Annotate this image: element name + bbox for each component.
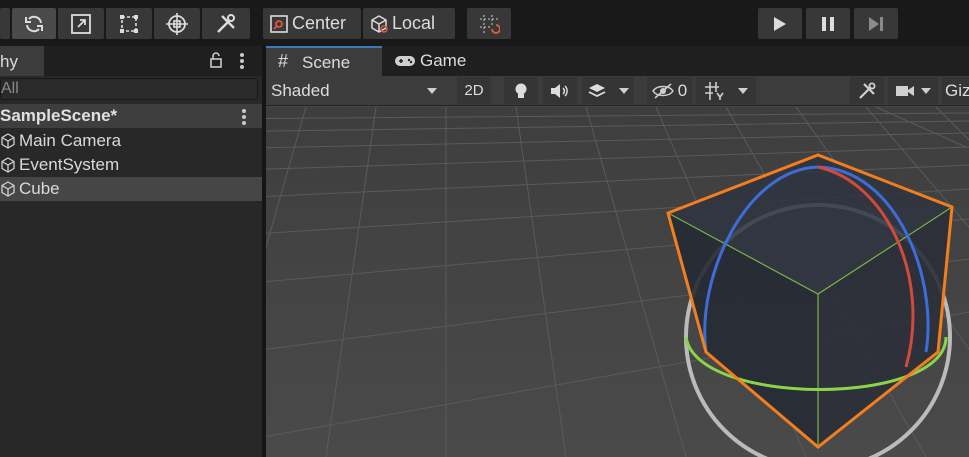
scene-toolbar: Shaded 2D 0 Giz <box>266 76 969 106</box>
scene-tabbar: # Scene Game <box>266 46 969 76</box>
gameobject-cube-icon <box>1 181 15 197</box>
scale-icon <box>71 13 91 34</box>
hierarchy-tab[interactable]: hy <box>0 46 44 76</box>
rotate-icon <box>25 15 43 32</box>
gameobject-cube-icon <box>1 157 15 173</box>
scene-render <box>266 107 969 457</box>
grid-hash-icon: # <box>278 51 289 71</box>
toggle-2d-button[interactable]: 2D <box>457 77 491 104</box>
effects-dropdown[interactable] <box>582 77 634 104</box>
step-icon <box>869 16 883 31</box>
scene-panel: # Scene Game Shaded 2D 0 Giz <box>266 46 969 457</box>
hierarchy-item-label: Cube <box>19 179 60 198</box>
pivot-space-button[interactable]: Local <box>363 8 455 39</box>
hand-tool-button[interactable] <box>0 8 10 39</box>
play-icon <box>774 16 786 31</box>
tab-scene[interactable]: # Scene <box>266 46 382 76</box>
video-camera-icon <box>896 85 914 96</box>
hierarchy-item-event-system[interactable]: EventSystem <box>0 153 262 177</box>
hierarchy-item-label: Main Camera <box>19 131 122 150</box>
search-placeholder: All <box>1 80 19 97</box>
speaker-icon <box>551 83 568 98</box>
shading-mode-dropdown[interactable]: Shaded <box>266 78 444 103</box>
hidden-count: 0 <box>677 80 688 100</box>
chevron-down-icon <box>921 87 931 94</box>
step-button[interactable] <box>854 8 898 39</box>
hierarchy-tab-label: hy <box>0 52 18 71</box>
eye-slash-icon <box>651 82 674 99</box>
hierarchy-item-main-camera[interactable]: Main Camera <box>0 129 262 153</box>
chevron-down-icon <box>427 88 437 94</box>
pivot-mode-button[interactable]: Center <box>263 8 361 39</box>
local-space-icon <box>371 14 388 33</box>
grid-toggle-dropdown[interactable] <box>696 77 756 104</box>
hierarchy-search-input[interactable]: All <box>0 78 258 100</box>
transform-icon <box>166 12 188 35</box>
hierarchy-panel: hy All SampleScene* Main Camera EventSys… <box>0 46 262 457</box>
rect-transform-icon <box>120 14 138 33</box>
play-button[interactable] <box>758 8 802 39</box>
custom-tools-button[interactable] <box>202 8 250 39</box>
hierarchy-tabbar: hy <box>0 46 262 76</box>
pause-button[interactable] <box>806 8 850 39</box>
grid-snap-icon <box>480 14 500 34</box>
lightbulb-icon <box>515 83 527 98</box>
grid-y-icon <box>705 81 724 100</box>
chevron-down-icon <box>619 87 629 94</box>
rotate-tool-button[interactable] <box>12 8 56 39</box>
gizmos-label: Giz <box>945 80 969 100</box>
hierarchy-item-label: EventSystem <box>19 155 120 174</box>
tools-icon <box>859 82 876 99</box>
lock-icon[interactable] <box>209 52 223 68</box>
pause-icon <box>822 16 834 31</box>
pivot-center-icon <box>270 14 288 33</box>
pivot-mode-label: Center <box>292 13 347 33</box>
scene-tools-button[interactable] <box>850 77 884 104</box>
scene-header-row[interactable]: SampleScene* <box>0 104 262 128</box>
scale-tool-button[interactable] <box>58 8 104 39</box>
lighting-toggle[interactable] <box>504 77 538 104</box>
gizmos-dropdown[interactable]: Giz <box>942 77 969 104</box>
scene-menu-icon[interactable] <box>241 108 247 126</box>
toggle-2d-label: 2D <box>464 82 484 99</box>
tab-game[interactable]: Game <box>384 46 479 76</box>
audio-toggle[interactable] <box>543 77 577 104</box>
more-options-icon[interactable] <box>239 52 245 70</box>
gamepad-icon <box>395 56 415 66</box>
grid-snap-button[interactable] <box>467 8 511 39</box>
tools-icon <box>217 13 235 33</box>
pivot-space-label: Local <box>392 13 436 33</box>
rect-tool-button[interactable] <box>106 8 152 39</box>
layers-effects-icon <box>588 83 606 97</box>
main-toolbar: Center Local <box>0 0 969 46</box>
tab-scene-label: Scene <box>302 53 351 72</box>
scene-visibility-toggle[interactable]: 0 <box>647 77 692 104</box>
scene-name: SampleScene* <box>0 106 118 125</box>
chevron-down-icon <box>738 87 748 94</box>
hierarchy-item-cube[interactable]: Cube <box>0 177 262 201</box>
scene-viewport[interactable] <box>266 107 969 457</box>
transform-tool-button[interactable] <box>154 8 200 39</box>
gameobject-cube-icon <box>1 133 15 149</box>
shading-mode-value: Shaded <box>271 81 330 100</box>
camera-settings-dropdown[interactable] <box>888 77 938 104</box>
tab-game-label: Game <box>420 51 467 70</box>
